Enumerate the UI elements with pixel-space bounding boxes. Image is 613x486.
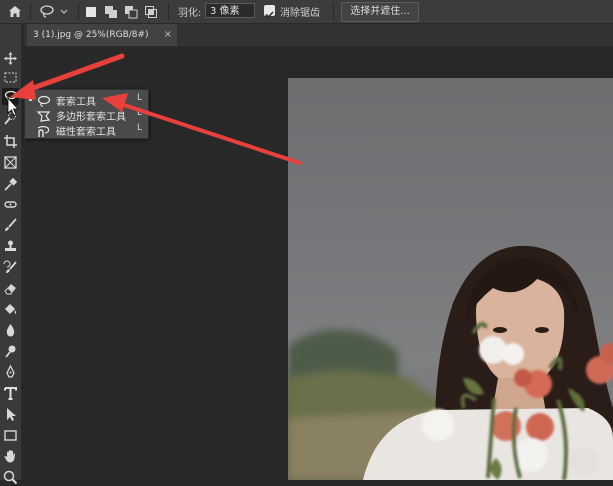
photo-image	[288, 245, 613, 480]
feather-label: 羽化:	[178, 8, 202, 19]
document-tab-title: 3 (1).jpg @ 25%(RGB/8#)	[33, 30, 149, 40]
flyout-item-shortcut: L	[136, 93, 142, 103]
frame-tool-icon[interactable]	[2, 154, 19, 171]
feather-input[interactable]: 3 像素	[205, 3, 255, 18]
move-tool-icon[interactable]	[2, 50, 19, 67]
document-tab-bar: 3 (1).jpg @ 25%(RGB/8#) ×	[24, 24, 613, 46]
tools-panel	[0, 24, 22, 485]
lasso-tool-icon[interactable]	[2, 88, 19, 105]
document-canvas[interactable]	[288, 78, 613, 480]
anti-alias-checkbox[interactable]	[264, 5, 275, 19]
history-brush-tool-icon[interactable]	[2, 259, 19, 276]
home-icon[interactable]	[6, 3, 24, 20]
magnetic-lasso-icon	[36, 123, 51, 137]
eraser-tool-icon[interactable]	[2, 280, 19, 297]
select-and-mask-button[interactable]: 选择并遮住...	[341, 2, 419, 22]
close-icon[interactable]: ×	[164, 24, 172, 46]
type-tool-icon[interactable]	[2, 385, 19, 402]
crop-tool-icon[interactable]	[2, 133, 19, 150]
flyout-item-label: 套索工具	[56, 97, 96, 108]
path-select-tool-icon[interactable]	[2, 406, 19, 423]
flyout-item-label: 多边形套索工具	[56, 112, 126, 123]
flyout-item-magnetic-lasso[interactable]: 磁性套索工具 L	[25, 122, 148, 138]
lasso-icon	[36, 93, 51, 108]
selected-mark-icon	[29, 98, 32, 101]
document-tab[interactable]: 3 (1).jpg @ 25%(RGB/8#) ×	[27, 24, 177, 46]
divider	[333, 3, 334, 20]
brush-tool-icon[interactable]	[2, 217, 19, 234]
polygonal-lasso-icon	[36, 108, 51, 122]
anti-alias-label: 消除锯齿	[280, 8, 320, 19]
divider	[78, 3, 79, 20]
marquee-tool-icon[interactable]	[2, 69, 19, 86]
flyout-item-label: 磁性套索工具	[56, 127, 116, 138]
bucket-tool-icon[interactable]	[2, 301, 19, 318]
subtract-selection-icon[interactable]	[124, 4, 138, 19]
add-selection-icon[interactable]	[104, 4, 118, 18]
lasso-tool-flyout: 套索工具 L 多边形套索工具 L 磁性套索工具 L	[24, 89, 149, 139]
tool-preset-picker[interactable]	[38, 3, 72, 20]
divider	[30, 3, 31, 20]
divider	[168, 3, 169, 20]
eyedropper-tool-icon[interactable]	[2, 176, 19, 193]
flyout-item-shortcut: L	[136, 108, 142, 118]
spot-heal-tool-icon[interactable]	[2, 196, 19, 213]
options-bar: 羽化: 3 像素 消除锯齿 选择并遮住...	[0, 0, 613, 24]
zoom-tool-icon[interactable]	[2, 469, 19, 486]
intersect-selection-icon[interactable]	[144, 4, 158, 18]
blur-tool-icon[interactable]	[2, 322, 19, 339]
new-selection-icon[interactable]	[84, 4, 98, 18]
rectangle-tool-icon[interactable]	[2, 427, 19, 444]
stamp-tool-icon[interactable]	[2, 238, 19, 255]
dodge-tool-icon[interactable]	[2, 343, 19, 360]
flyout-item-polygonal-lasso[interactable]: 多边形套索工具 L	[25, 107, 148, 123]
flyout-item-shortcut: L	[136, 123, 142, 133]
quick-select-tool-icon[interactable]	[2, 110, 19, 127]
pen-tool-icon[interactable]	[2, 364, 19, 381]
hand-tool-icon[interactable]	[2, 448, 19, 465]
flyout-item-lasso[interactable]: 套索工具 L	[25, 92, 148, 108]
